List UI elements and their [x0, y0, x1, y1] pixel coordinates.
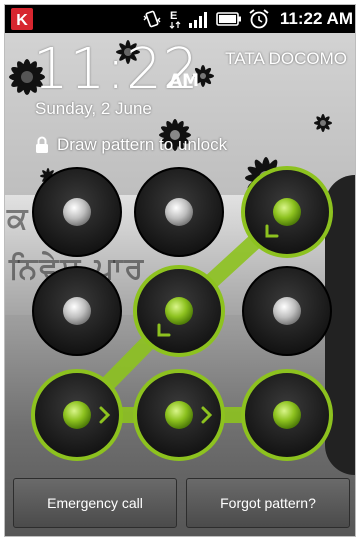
- pattern-dot[interactable]: [32, 266, 122, 356]
- pattern-dot[interactable]: [241, 166, 333, 258]
- pattern-dot[interactable]: [242, 266, 332, 356]
- pattern-dot[interactable]: [31, 369, 123, 461]
- pattern-dot[interactable]: [241, 369, 333, 461]
- pattern-dot[interactable]: [134, 167, 224, 257]
- pattern-dot[interactable]: [133, 265, 225, 357]
- pattern-dot[interactable]: [133, 369, 225, 461]
- pattern-dot[interactable]: [32, 167, 122, 257]
- forgot-pattern-button[interactable]: Forgot pattern?: [186, 478, 350, 528]
- lockscreen: ਕ ਅ ਨਿਵੇਸ਼ ਪਾਰ K: [4, 4, 356, 537]
- emergency-call-button[interactable]: Emergency call: [13, 478, 177, 528]
- pattern-lock-grid[interactable]: [5, 5, 356, 475]
